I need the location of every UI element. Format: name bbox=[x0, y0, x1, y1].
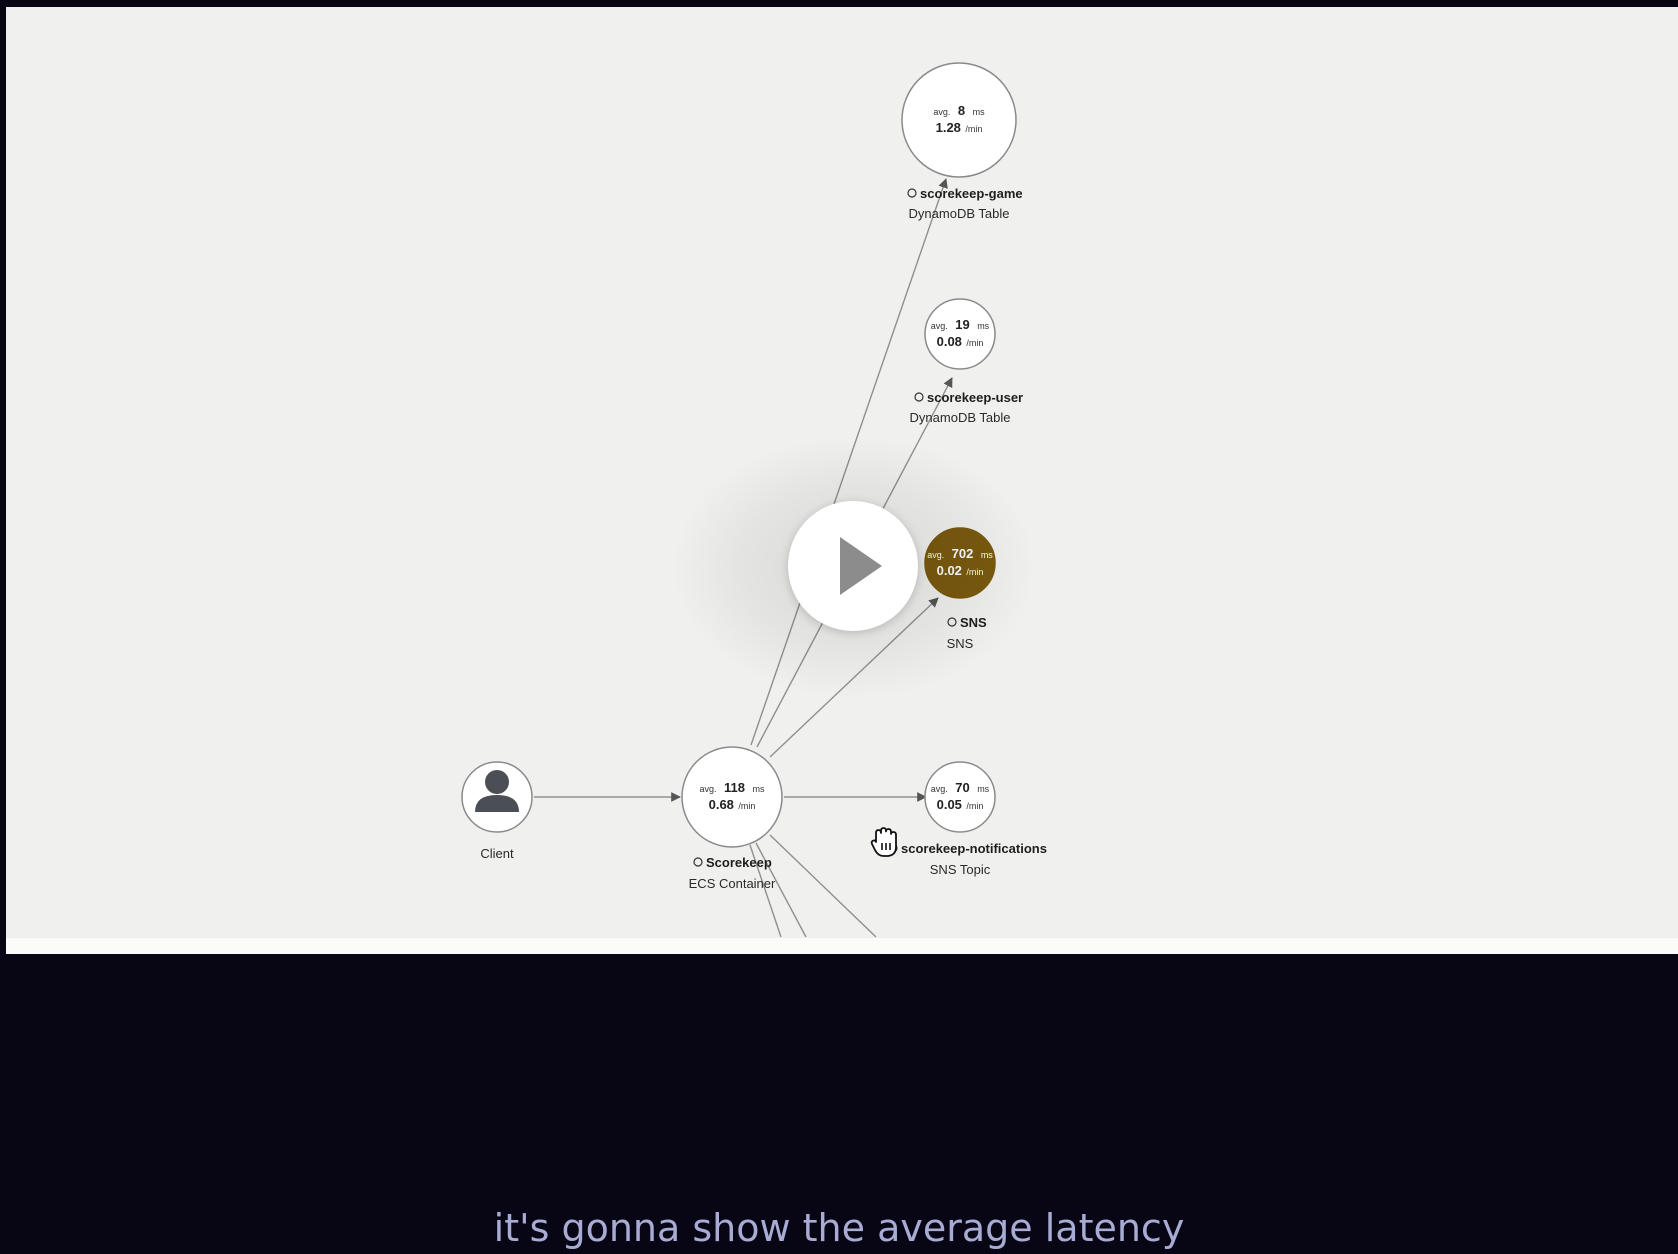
node-scorekeep-notifications[interactable]: avg. 70 ms 0.05 /min scorekeep-notificat… bbox=[888, 761, 1047, 877]
node-name: scorekeep-user bbox=[927, 390, 1023, 405]
node-scorekeep-game[interactable]: avg. 8 ms 1.28 /min scorekeep-game Dynam… bbox=[901, 62, 1023, 221]
node-name: Scorekeep bbox=[706, 855, 772, 870]
status-indicator-icon bbox=[914, 392, 924, 402]
node-sns[interactable]: avg. 702 ms 0.02 /min SNS SNS bbox=[924, 527, 996, 651]
subtitle-caption: it's gonna show the average latency bbox=[493, 1206, 1185, 1250]
node-type: DynamoDB Table bbox=[909, 206, 1010, 221]
video-frame[interactable]: avg. 8 ms 1.28 /min scorekeep-game Dynam… bbox=[6, 7, 1678, 954]
video-player: avg. 8 ms 1.28 /min scorekeep-game Dynam… bbox=[0, 0, 1678, 1254]
node-type: ECS Container bbox=[689, 876, 776, 891]
video-frame-bottom-strip bbox=[6, 938, 1678, 954]
status-indicator-icon bbox=[693, 857, 703, 867]
node-scorekeep-user[interactable]: avg. 19 ms 0.08 /min scorekeep-user Dyna… bbox=[910, 298, 1024, 425]
status-indicator-icon bbox=[907, 188, 917, 198]
node-client[interactable]: Client bbox=[461, 761, 533, 861]
client-label: Client bbox=[480, 846, 514, 861]
node-scorekeep[interactable]: avg. 118 ms 0.68 /min Scorekeep ECS Cont… bbox=[681, 746, 783, 891]
status-indicator-icon bbox=[947, 617, 957, 627]
node-type: SNS Topic bbox=[930, 862, 991, 877]
node-name: SNS bbox=[960, 615, 987, 630]
node-name: scorekeep-notifications bbox=[901, 841, 1047, 856]
play-icon bbox=[840, 537, 882, 595]
edge-scorekeep-down-3 bbox=[769, 834, 877, 938]
grab-hand-icon bbox=[870, 827, 897, 857]
service-map: avg. 8 ms 1.28 /min scorekeep-game Dynam… bbox=[461, 62, 1047, 938]
node-type: DynamoDB Table bbox=[910, 410, 1011, 425]
edge-scorekeep-game bbox=[750, 178, 948, 746]
node-name: scorekeep-game bbox=[920, 186, 1023, 201]
node-type: SNS bbox=[947, 636, 974, 651]
play-button[interactable] bbox=[788, 501, 918, 631]
